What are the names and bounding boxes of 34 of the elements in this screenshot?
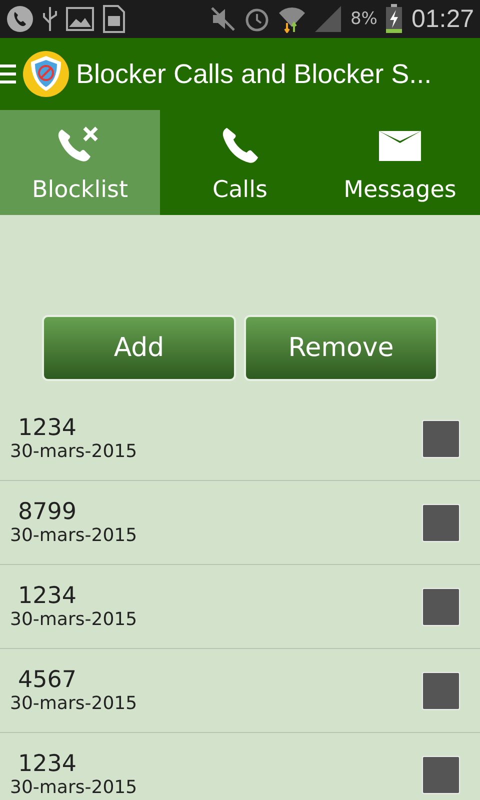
sim-card-icon [102, 4, 126, 34]
entry-date: 30-mars-2015 [10, 441, 138, 462]
battery-icon [385, 4, 404, 34]
clock-time: 01:27 [411, 4, 474, 34]
entry-date: 30-mars-2015 [10, 609, 138, 630]
tab[interactable]: Messages [320, 110, 480, 215]
checkbox[interactable] [422, 504, 460, 542]
action-button[interactable]: Remove [244, 315, 438, 381]
app-title: Blocker Calls and Blocker S... [76, 58, 432, 90]
mute-icon [210, 6, 236, 32]
mail-icon [379, 130, 421, 160]
phone-call-icon [6, 5, 34, 33]
menu-icon[interactable] [0, 63, 16, 85]
phone-number: 1234 [17, 751, 78, 777]
battery-percentage: 8% [350, 9, 378, 29]
action-button[interactable]: Add [42, 315, 236, 381]
checkbox[interactable] [422, 756, 460, 794]
tab[interactable]: Calls [160, 110, 320, 215]
entry-date: 30-mars-2015 [10, 525, 138, 546]
checkbox[interactable] [422, 672, 460, 710]
shield-icon [22, 50, 70, 98]
phone-number: 8799 [17, 499, 78, 525]
wifi-icon [278, 5, 306, 33]
phone-number: 4567 [17, 667, 78, 693]
entry-date: 30-mars-2015 [10, 693, 138, 714]
image-icon [66, 7, 94, 31]
signal-icon [314, 5, 342, 33]
usb-icon [42, 5, 58, 33]
entry-date: 30-mars-2015 [10, 777, 138, 798]
phone-number: 1234 [17, 583, 78, 609]
checkbox[interactable] [422, 588, 460, 626]
tab[interactable]: Blocklist [0, 110, 160, 215]
checkbox[interactable] [422, 420, 460, 458]
phone-number: 1234 [17, 415, 78, 441]
